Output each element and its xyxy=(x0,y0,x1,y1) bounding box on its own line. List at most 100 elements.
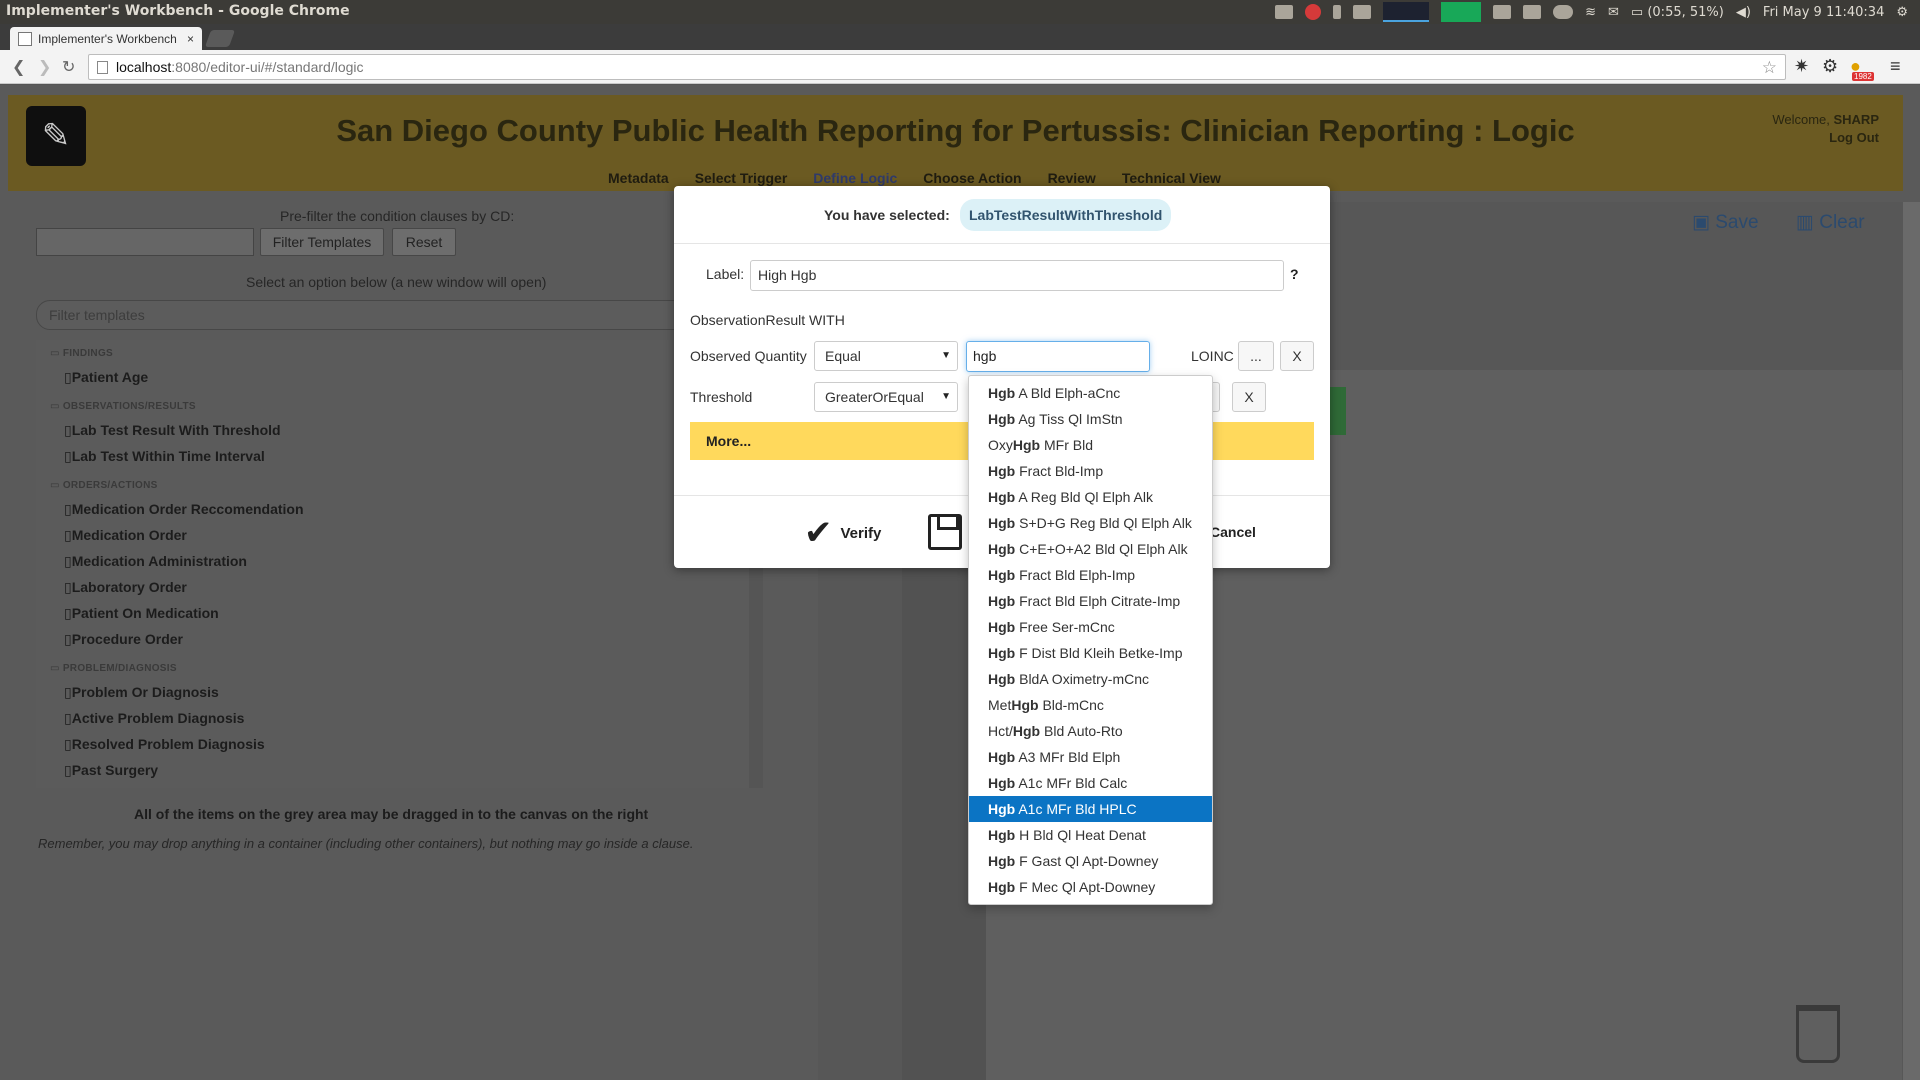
memory-graph-icon[interactable] xyxy=(1441,2,1482,22)
suggestion-match: Hgb xyxy=(988,827,1016,843)
back-icon[interactable]: ❮ xyxy=(12,57,25,77)
suggestion-item[interactable]: Hgb F Gast Ql Apt-Downey xyxy=(969,848,1212,874)
suggestion-item[interactable]: Hgb A3 MFr Bld Elph xyxy=(969,744,1212,770)
new-tab-button[interactable] xyxy=(204,30,236,47)
suggestion-item[interactable]: Hgb Free Ser-mCnc xyxy=(969,614,1212,640)
suggestion-item[interactable]: Hgb H Bld Ql Heat Denat xyxy=(969,822,1212,848)
threshold-operator-value: GreaterOrEqual xyxy=(825,389,924,405)
filter-templates-input[interactable]: Filter templates xyxy=(36,300,763,330)
save-floppy-icon[interactable] xyxy=(928,514,962,550)
tree-item[interactable]: ▯Medication Order xyxy=(64,527,187,544)
suggestion-item[interactable]: Hgb F Mec Ql Apt-Downey xyxy=(969,874,1212,900)
suggestion-item[interactable]: MetHgb Bld-mCnc xyxy=(969,692,1212,718)
address-bar[interactable]: localhost:8080/editor-ui/#/standard/logi… xyxy=(88,54,1786,80)
cpu-graph-icon[interactable] xyxy=(1383,2,1430,22)
help-icon[interactable]: ? xyxy=(1290,266,1299,282)
tree-item[interactable]: ▯Past Surgery xyxy=(64,762,158,779)
gear-icon[interactable]: ⚙ xyxy=(1896,5,1908,20)
keyboard-icon[interactable] xyxy=(1275,5,1294,19)
nav-define-logic[interactable]: Define Logic xyxy=(813,170,897,186)
extension-icon[interactable]: ✷ xyxy=(1794,56,1809,77)
suggestion-item[interactable]: Hgb Ag Tiss Ql ImStn xyxy=(969,406,1212,432)
save-button[interactable]: ▣ Save xyxy=(1692,211,1759,234)
remove-threshold-button[interactable]: X xyxy=(1232,382,1266,412)
clear-button[interactable]: ▥ Clear xyxy=(1796,211,1865,234)
reset-button[interactable]: Reset xyxy=(392,228,456,256)
logout-link[interactable]: Log Out xyxy=(1829,130,1879,145)
suggestion-item[interactable]: Hgb A1c MFr Bld Calc xyxy=(969,770,1212,796)
page-title: San Diego County Public Health Reporting… xyxy=(336,113,1575,148)
tree-item[interactable]: ▯Patient Age xyxy=(64,369,148,386)
nav-choose-action[interactable]: Choose Action xyxy=(923,170,1021,186)
tree-item[interactable]: ▯Medication Administration xyxy=(64,553,247,570)
selected-template-badge: LabTestResultWithThreshold xyxy=(960,199,1172,231)
clear-label: Clear xyxy=(1819,212,1865,233)
wifi-icon[interactable]: ≋ xyxy=(1585,5,1596,20)
tree-item[interactable]: ▯Patient On Medication xyxy=(64,605,219,622)
mail-icon[interactable]: ✉ xyxy=(1608,5,1619,20)
page-scrollbar[interactable] xyxy=(1903,202,1920,1080)
label-input[interactable]: High Hgb xyxy=(750,260,1284,291)
suggestion-rest: A3 MFr Bld Elph xyxy=(1015,749,1121,765)
tree-item[interactable]: ▯Lab Test Within Time Interval xyxy=(64,448,265,465)
suggestion-item[interactable]: Hgb F Dist Bld Kleih Betke-Imp xyxy=(969,640,1212,666)
suggestion-item[interactable]: Hgb S+D+G Reg Bld Ql Elph Alk xyxy=(969,510,1212,536)
menu-icon[interactable]: ≡ xyxy=(1890,56,1901,77)
usb-icon[interactable] xyxy=(1333,5,1342,19)
suggestion-item[interactable]: Hgb Fract Bld-Imp xyxy=(969,458,1212,484)
username: SHARP xyxy=(1833,112,1879,127)
dropbox-icon[interactable] xyxy=(1353,5,1372,19)
suggestion-rest: Bld-mCnc xyxy=(1038,697,1104,713)
forward-icon[interactable]: ❯ xyxy=(38,57,51,77)
suggestion-item[interactable]: Hgb BldA Oximetry-mCnc xyxy=(969,666,1212,692)
volume-icon[interactable]: ◀) xyxy=(1736,5,1751,20)
verify-button[interactable]: ✔ Verify xyxy=(804,516,881,550)
tree-item[interactable]: ▯Medication Order Reccomendation xyxy=(64,501,304,518)
notification-badge: 1982 xyxy=(1852,72,1874,81)
tree-item[interactable]: ▯Lab Test Result With Threshold xyxy=(64,422,281,439)
suggestion-item[interactable]: Hgb Fract Bld Elph-Imp xyxy=(969,562,1212,588)
reload-icon[interactable]: ↻ xyxy=(62,57,75,77)
remove-quantity-button[interactable]: X xyxy=(1280,341,1314,371)
suggestion-rest: A Bld Elph-aCnc xyxy=(1015,385,1121,401)
tree-item[interactable]: ▯Active Problem Diagnosis xyxy=(64,710,244,727)
nav-select-trigger[interactable]: Select Trigger xyxy=(695,170,788,186)
suggestion-item[interactable]: Hgb C+E+O+A2 Bld Ql Elph Alk xyxy=(969,536,1212,562)
suggestion-item[interactable]: Hgb Fract Bld Elph Citrate-Imp xyxy=(969,588,1212,614)
cloud-icon[interactable] xyxy=(1553,5,1574,19)
tree-item[interactable]: ▯Laboratory Order xyxy=(64,579,187,596)
alert-icon[interactable] xyxy=(1305,4,1322,20)
suggestion-match: Hgb xyxy=(988,645,1016,661)
clock[interactable]: Fri May 9 11:40:34 xyxy=(1763,5,1884,20)
suggestion-item[interactable]: Hgb A Reg Bld Ql Elph Alk xyxy=(969,484,1212,510)
tree-item[interactable]: ▯Procedure Order xyxy=(64,631,183,648)
browser-tab[interactable]: Implementer's Workbench × xyxy=(10,27,202,50)
gear-icon[interactable]: ⚙ xyxy=(1822,56,1838,77)
tree-item[interactable]: ▯Problem Or Diagnosis xyxy=(64,684,219,701)
suggestion-item[interactable]: OxyHgb MFr Bld xyxy=(969,432,1212,458)
nav-technical-view[interactable]: Technical View xyxy=(1122,170,1221,186)
prefilter-input[interactable] xyxy=(36,228,254,256)
observed-quantity-operator-select[interactable]: Equal ▼ xyxy=(814,341,958,371)
ibus-icon[interactable] xyxy=(1523,5,1542,19)
suggestion-rest: H Bld Ql Heat Denat xyxy=(1015,827,1146,843)
suggestion-item[interactable]: Hgb A Bld Elph-aCnc xyxy=(969,380,1212,406)
suggestion-prefix: Hct/ xyxy=(988,723,1013,739)
battery-status[interactable]: ▭ (0:55, 51%) xyxy=(1631,5,1724,20)
tree-category: ▭ OBSERVATIONS/RESULTS xyxy=(50,401,196,412)
bookmark-star-icon[interactable]: ☆ xyxy=(1762,58,1777,78)
code-search-input[interactable]: hgb xyxy=(966,341,1150,372)
display-icon[interactable] xyxy=(1493,5,1512,19)
browse-codes-button[interactable]: ... xyxy=(1238,341,1274,371)
nav-metadata[interactable]: Metadata xyxy=(608,170,669,186)
nav-review[interactable]: Review xyxy=(1048,170,1096,186)
tab-close-icon[interactable]: × xyxy=(187,32,194,46)
suggestion-rest: Fract Bld Elph Citrate-Imp xyxy=(1015,593,1181,609)
filter-templates-button[interactable]: Filter Templates xyxy=(260,228,384,256)
suggestion-item[interactable]: Hgb A1c MFr Bld HPLC xyxy=(969,796,1212,822)
canvas-block[interactable] xyxy=(1328,387,1346,435)
tree-item[interactable]: ▯Resolved Problem Diagnosis xyxy=(64,736,265,753)
threshold-operator-select[interactable]: GreaterOrEqual ▼ xyxy=(814,382,958,412)
trash-can-icon[interactable] xyxy=(1796,1005,1840,1063)
suggestion-item[interactable]: Hct/Hgb Bld Auto-Rto xyxy=(969,718,1212,744)
